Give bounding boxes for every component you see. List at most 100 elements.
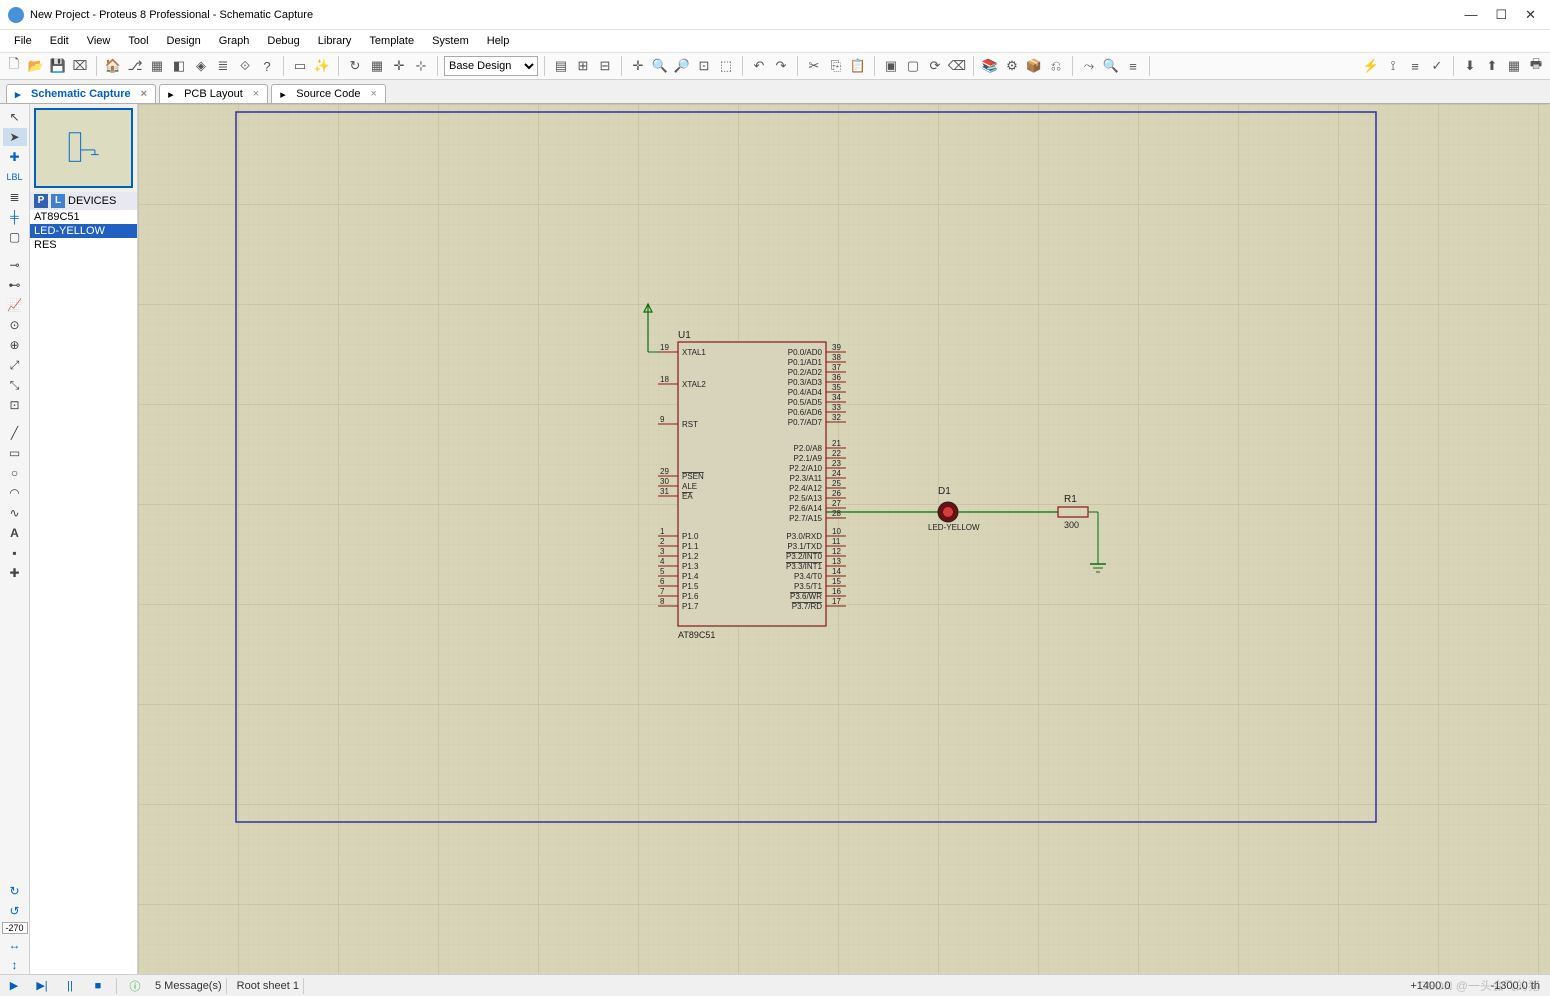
zoom-area-icon[interactable]: ⬚	[716, 56, 736, 76]
junction-icon[interactable]: ✚	[3, 148, 27, 166]
erc-icon[interactable]: ⚡	[1361, 56, 1381, 76]
property-icon[interactable]: ≡	[1123, 56, 1143, 76]
library-button[interactable]: L	[51, 194, 65, 208]
packaging-icon[interactable]: 📦	[1024, 56, 1044, 76]
circle-icon[interactable]: ○	[3, 464, 27, 482]
block-rotate-icon[interactable]: ⟳	[925, 56, 945, 76]
component-preview[interactable]	[34, 108, 133, 188]
netlist-icon[interactable]: ⟟	[1383, 56, 1403, 76]
maximize-button[interactable]: ☐	[1495, 7, 1507, 23]
device-item[interactable]: RES	[30, 238, 137, 252]
instrument-icon[interactable]: ⊡	[3, 396, 27, 414]
bom-icon[interactable]: ≣	[213, 56, 233, 76]
block-copy-icon[interactable]: ▣	[881, 56, 901, 76]
paste-icon[interactable]: 📋	[848, 56, 868, 76]
subcircuit-icon[interactable]: ▢	[3, 228, 27, 246]
device-item[interactable]: LED-YELLOW	[30, 224, 137, 238]
part-icon[interactable]: ⊞	[573, 56, 593, 76]
minimize-button[interactable]: ―	[1464, 7, 1477, 23]
refresh-icon[interactable]: ↻	[345, 56, 365, 76]
close-tab-icon[interactable]: ×	[141, 88, 147, 100]
play-button[interactable]: ▶	[2, 977, 26, 995]
menu-file[interactable]: File	[6, 33, 40, 49]
pick-library-icon[interactable]: 📚	[980, 56, 1000, 76]
menu-view[interactable]: View	[79, 33, 119, 49]
drc-icon[interactable]: ✓	[1427, 56, 1447, 76]
tab-pcb-layout[interactable]: ▸PCB Layout×	[159, 84, 268, 103]
help-icon[interactable]: ?	[257, 56, 277, 76]
close-button[interactable]: ✕	[1525, 7, 1536, 23]
print-icon[interactable]: 🖶	[1526, 56, 1546, 76]
pick-parts-button[interactable]: P	[34, 194, 48, 208]
net-icon[interactable]: ⊟	[595, 56, 615, 76]
close-tab-icon[interactable]: ×	[253, 88, 259, 100]
text-icon[interactable]: A	[3, 524, 27, 542]
rotate-cw-icon[interactable]: ↻	[3, 882, 27, 900]
bus-icon[interactable]: ╪	[3, 208, 27, 226]
design-select[interactable]: Base Design	[444, 56, 538, 76]
voltage-probe-icon[interactable]: ⤢	[3, 356, 27, 374]
open-icon[interactable]: 📂	[26, 56, 46, 76]
zoom-out-icon[interactable]: 🔎	[672, 56, 692, 76]
design-explorer-icon[interactable]: ▤	[551, 56, 571, 76]
undo-icon[interactable]: ↶	[749, 56, 769, 76]
arc-icon[interactable]: ◠	[3, 484, 27, 502]
current-probe-icon[interactable]: ⤡	[3, 376, 27, 394]
cut-icon[interactable]: ✂	[804, 56, 824, 76]
menu-library[interactable]: Library	[310, 33, 360, 49]
menu-graph[interactable]: Graph	[211, 33, 258, 49]
stop-button[interactable]: ■	[86, 977, 110, 995]
save-icon[interactable]: 💾	[48, 56, 68, 76]
menu-edit[interactable]: Edit	[42, 33, 77, 49]
import-icon[interactable]: ⬇	[1460, 56, 1480, 76]
home-icon[interactable]: 🏠	[103, 56, 123, 76]
block-move-icon[interactable]: ▢	[903, 56, 923, 76]
text-script-icon[interactable]: ≣	[3, 188, 27, 206]
zoom-in-icon[interactable]: 🔍	[650, 56, 670, 76]
3d-icon[interactable]: ◧	[169, 56, 189, 76]
info-icon[interactable]: ⓘ	[123, 977, 147, 995]
make-device-icon[interactable]: ⚙	[1002, 56, 1022, 76]
path-icon[interactable]: ∿	[3, 504, 27, 522]
tab-schematic-capture[interactable]: ▸Schematic Capture×	[6, 84, 156, 103]
menu-help[interactable]: Help	[479, 33, 518, 49]
mirror-v-icon[interactable]: ↕	[3, 956, 27, 974]
schematic-canvas[interactable]: U1 AT89C51 D1 LED-YELLOW R1 300 19XTAL11…	[138, 104, 1550, 974]
menu-system[interactable]: System	[424, 33, 477, 49]
zoom-fit-icon[interactable]: ⊡	[694, 56, 714, 76]
bom2-icon[interactable]: ≡	[1405, 56, 1425, 76]
rotate-ccw-icon[interactable]: ↺	[3, 902, 27, 920]
close-tab-icon[interactable]: ×	[370, 88, 376, 100]
menu-debug[interactable]: Debug	[259, 33, 307, 49]
component-mode-icon[interactable]: ➤	[3, 128, 27, 146]
export-icon[interactable]: ⬆	[1482, 56, 1502, 76]
pcb-icon[interactable]: ▦	[147, 56, 167, 76]
mirror-h-icon[interactable]: ↔	[3, 936, 27, 954]
source-icon[interactable]: ⟐	[235, 56, 255, 76]
wire-autoroute-icon[interactable]: ⤳	[1079, 56, 1099, 76]
step-button[interactable]: ▶|	[30, 977, 54, 995]
box-icon[interactable]: ▭	[3, 444, 27, 462]
selection-mode-icon[interactable]: ↖	[3, 108, 27, 126]
marker-icon[interactable]: ✚	[3, 564, 27, 582]
terminal-icon[interactable]: ⊸	[3, 256, 27, 274]
grid-icon[interactable]: ▦	[367, 56, 387, 76]
copy-icon[interactable]: ⎘	[826, 56, 846, 76]
rotation-input[interactable]	[2, 922, 28, 934]
devices-list[interactable]: AT89C51LED-YELLOWRES	[30, 210, 137, 974]
block-delete-icon[interactable]: ⌫	[947, 56, 967, 76]
tape-icon[interactable]: ⊙	[3, 316, 27, 334]
line-icon[interactable]: ╱	[3, 424, 27, 442]
device-item[interactable]: AT89C51	[30, 210, 137, 224]
new-icon[interactable]: 🗋	[4, 56, 24, 76]
schematic-icon[interactable]: ⎇	[125, 56, 145, 76]
graph-icon[interactable]: 📈	[3, 296, 27, 314]
search-icon[interactable]: 🔍	[1101, 56, 1121, 76]
pause-button[interactable]: ||	[58, 977, 82, 995]
device-pin-icon[interactable]: ⊷	[3, 276, 27, 294]
origin-icon[interactable]: ✛	[389, 56, 409, 76]
wizard-icon[interactable]: ✨	[312, 56, 332, 76]
menu-template[interactable]: Template	[361, 33, 422, 49]
snap-icon[interactable]: ⊹	[411, 56, 431, 76]
center-icon[interactable]: ✛	[628, 56, 648, 76]
